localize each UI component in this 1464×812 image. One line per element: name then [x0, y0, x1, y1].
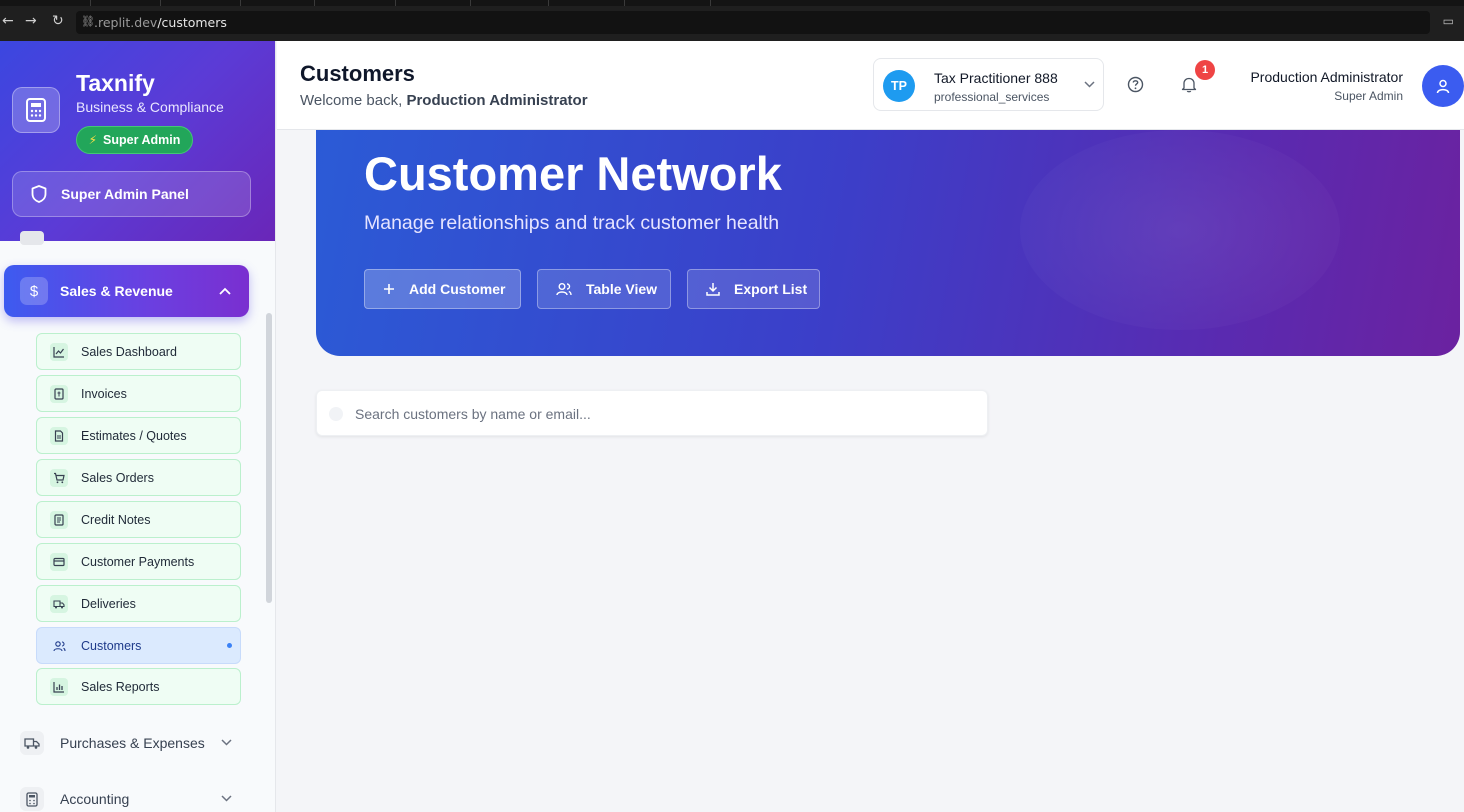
hero-title: Customer Network	[364, 147, 782, 200]
super-admin-panel-button[interactable]: Super Admin Panel	[12, 171, 251, 217]
sidebar-item-customers[interactable]: Customers	[36, 627, 241, 664]
browser-chrome: ← → ↻ ⛓ .replit.dev/customers ▭	[0, 0, 1464, 41]
sidebar-group-label: Purchases & Expenses	[60, 735, 205, 751]
sidebar-item-label: Sales Reports	[81, 679, 160, 694]
url-host: .replit.dev	[94, 15, 158, 30]
sidebar-header: Taxnify Business & Compliance ⚡ Super Ad…	[0, 41, 275, 241]
search-input[interactable]	[355, 403, 955, 425]
chevron-up-icon	[219, 284, 231, 298]
sidebar-scrollbar[interactable]	[266, 313, 272, 603]
truck-icon	[50, 594, 68, 613]
tenant-avatar: TP	[883, 70, 915, 102]
reload-icon[interactable]: ↻	[52, 13, 64, 29]
chevron-down-icon	[221, 793, 232, 805]
site-info-icon[interactable]: ⛓	[81, 15, 95, 28]
calculator-logo-icon	[12, 87, 60, 133]
sidebar-group-accounting[interactable]: Accounting	[20, 784, 240, 812]
sidebar-item-sales-orders[interactable]: Sales Orders	[36, 459, 241, 496]
customer-search-box	[316, 390, 988, 436]
sidebar-item-label: Deliveries	[81, 596, 136, 611]
chevron-down-icon	[221, 737, 232, 749]
add-customer-label: Add Customer	[409, 281, 506, 297]
notification-count-badge: 1	[1195, 60, 1215, 80]
forward-icon[interactable]: →	[25, 13, 37, 29]
invoice-icon	[50, 384, 68, 403]
sidebar: Taxnify Business & Compliance ⚡ Super Ad…	[0, 41, 276, 812]
sidebar-item-sales-dashboard[interactable]: Sales Dashboard	[36, 333, 241, 370]
search-icon	[329, 407, 343, 421]
sidebar-group-sales-revenue[interactable]: $ Sales & Revenue	[4, 265, 249, 317]
active-indicator-dot	[227, 643, 232, 648]
dollar-icon: $	[20, 277, 48, 305]
table-view-button[interactable]: Table View	[537, 269, 671, 309]
sidebar-nav: $ Sales & Revenue Sales Dashboard Invoic…	[0, 231, 275, 812]
sidebar-group-purchases-expenses[interactable]: Purchases & Expenses	[20, 728, 240, 758]
help-icon[interactable]	[1127, 76, 1144, 98]
sidebar-item-credit-notes[interactable]: Credit Notes	[36, 501, 241, 538]
calculator-icon	[20, 787, 44, 811]
cart-icon	[50, 468, 68, 487]
tenant-switcher[interactable]: TP Tax Practitioner 888 professional_ser…	[873, 58, 1104, 111]
url-path: /customers	[157, 15, 227, 30]
sidebar-item-deliveries[interactable]: Deliveries	[36, 585, 241, 622]
sidebar-item-label: Invoices	[81, 386, 127, 401]
export-list-label: Export List	[734, 281, 808, 297]
credit-card-icon	[50, 552, 68, 571]
browser-tab-strip	[0, 0, 1464, 6]
sidebar-item-label: Customers	[81, 638, 142, 653]
document-icon	[50, 426, 68, 445]
hero-banner: Customer Network Manage relationships an…	[316, 110, 1460, 356]
brand-name: Taxnify	[76, 70, 155, 96]
sidebar-item-label: Credit Notes	[81, 512, 151, 527]
bar-chart-icon	[50, 677, 68, 696]
user-avatar-button[interactable]	[1422, 65, 1464, 107]
shield-icon	[31, 185, 47, 203]
add-customer-button[interactable]: Add Customer	[364, 269, 521, 309]
tenant-name: Tax Practitioner 888	[934, 70, 1058, 86]
export-list-button[interactable]: Export List	[687, 269, 820, 309]
download-icon	[706, 283, 720, 296]
sidebar-item-label: Sales Dashboard	[81, 344, 177, 359]
sidebar-item-invoices[interactable]: Invoices	[36, 375, 241, 412]
chevron-down-icon	[1084, 77, 1095, 91]
lightning-icon: ⚡	[88, 133, 98, 147]
back-icon[interactable]: ←	[2, 13, 14, 29]
plus-icon	[384, 284, 394, 294]
sidebar-group-label: Accounting	[60, 791, 130, 807]
truck-icon	[20, 731, 44, 755]
users-icon	[50, 637, 68, 655]
sidebar-item-label: Customer Payments	[81, 554, 195, 569]
super-admin-panel-label: Super Admin Panel	[61, 186, 189, 202]
brand-subtitle: Business & Compliance	[76, 99, 224, 115]
sidebar-item-estimates-quotes[interactable]: Estimates / Quotes	[36, 417, 241, 454]
top-header: Customers Welcome back, Production Admin…	[277, 41, 1464, 130]
credit-note-icon	[50, 510, 68, 529]
sidebar-item-customer-payments[interactable]: Customer Payments	[36, 543, 241, 580]
devices-icon[interactable]: ▭	[1443, 14, 1454, 28]
sidebar-group-label: Sales & Revenue	[60, 283, 173, 299]
hero-subtitle: Manage relationships and track customer …	[364, 212, 780, 234]
sidebar-item-label: Estimates / Quotes	[81, 428, 187, 443]
users-icon	[556, 283, 572, 296]
sidebar-item-sales-reports[interactable]: Sales Reports	[36, 668, 241, 705]
bell-icon[interactable]	[1181, 76, 1197, 98]
welcome-message: Welcome back, Production Administrator	[300, 92, 588, 109]
table-view-label: Table View	[586, 281, 658, 297]
sidebar-item-label: Sales Orders	[81, 470, 154, 485]
user-icon	[1436, 79, 1450, 93]
sidebar-partial-item	[20, 231, 44, 245]
super-admin-badge-label: Super Admin	[103, 133, 181, 147]
welcome-prefix: Welcome back,	[300, 92, 407, 109]
welcome-user-name: Production Administrator	[406, 92, 588, 109]
chart-line-icon	[50, 342, 68, 361]
user-role: Super Admin	[1334, 89, 1403, 103]
tenant-type: professional_services	[934, 90, 1050, 104]
page-title: Customers	[300, 61, 415, 86]
user-name: Production Administrator	[1250, 69, 1403, 85]
address-bar[interactable]: ⛓ .replit.dev/customers	[76, 11, 1430, 34]
super-admin-badge: ⚡ Super Admin	[76, 126, 193, 154]
